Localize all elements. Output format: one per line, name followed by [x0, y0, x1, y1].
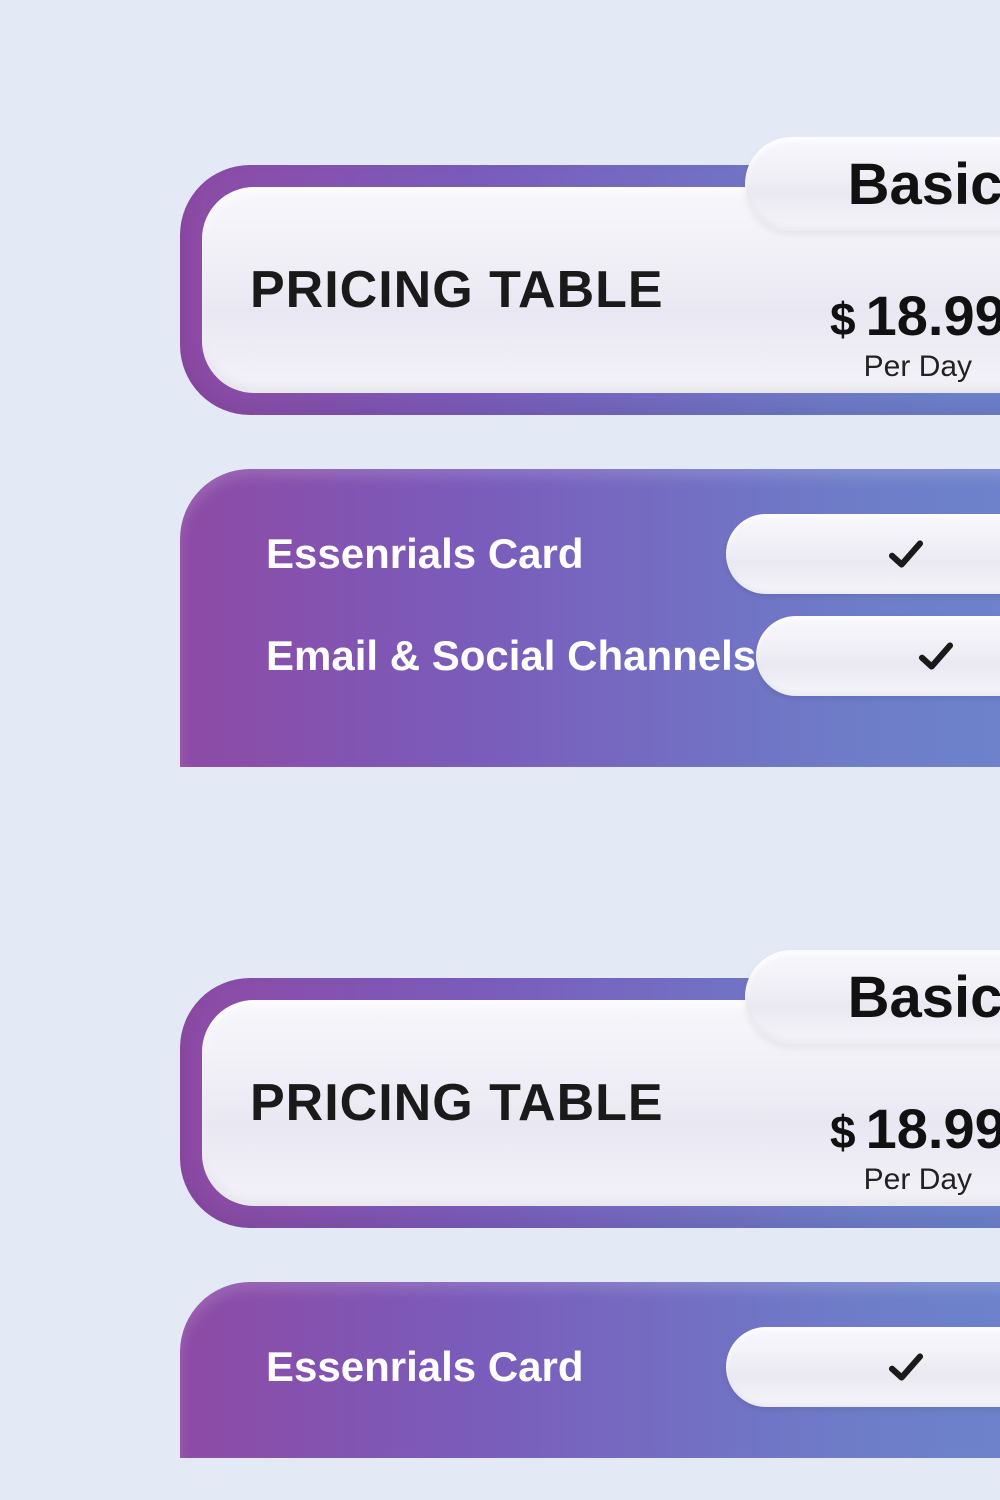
features-panel: Essenrials Card — [180, 1282, 1000, 1458]
price-period: Per Day — [830, 350, 1000, 384]
pricing-card: PRICING TABLE $ 18.99 Per Day Basic Esse… — [180, 978, 1000, 1458]
check-icon — [885, 1346, 927, 1388]
check-icon — [915, 635, 957, 677]
plan-name-label: Basic — [848, 151, 1000, 218]
plan-name-pill: Basic — [745, 950, 1000, 1044]
plan-name-pill: Basic — [745, 137, 1000, 231]
feature-label: Email & Social Channels — [266, 632, 756, 680]
price-value: 18.99 — [866, 283, 1000, 348]
feature-row: Email & Social Channels — [180, 605, 1000, 707]
feature-label: Essenrials Card — [266, 530, 726, 578]
feature-row: Essenrials Card — [180, 503, 1000, 605]
feature-status-pill — [726, 1327, 1000, 1407]
pricing-header: PRICING TABLE $ 18.99 Per Day Basic — [180, 978, 1000, 1228]
price-period: Per Day — [830, 1163, 1000, 1197]
feature-label: Essenrials Card — [266, 1343, 726, 1391]
feature-status-pill — [726, 514, 1000, 594]
feature-status-pill — [756, 616, 1000, 696]
pricing-header: PRICING TABLE $ 18.99 Per Day Basic — [180, 165, 1000, 415]
currency-symbol: $ — [830, 292, 856, 346]
check-icon — [885, 533, 927, 575]
pricing-title: PRICING TABLE — [250, 1073, 664, 1133]
features-panel: Essenrials Card Email & Social Channels — [180, 469, 1000, 767]
plan-name-label: Basic — [848, 964, 1000, 1031]
pricing-card: PRICING TABLE $ 18.99 Per Day Basic Esse… — [180, 165, 1000, 767]
price-box: $ 18.99 Per Day — [830, 283, 1000, 384]
price-box: $ 18.99 Per Day — [830, 1096, 1000, 1197]
price-value: 18.99 — [866, 1096, 1000, 1161]
currency-symbol: $ — [830, 1105, 856, 1159]
pricing-title: PRICING TABLE — [250, 260, 664, 320]
feature-row: Essenrials Card — [180, 1316, 1000, 1418]
